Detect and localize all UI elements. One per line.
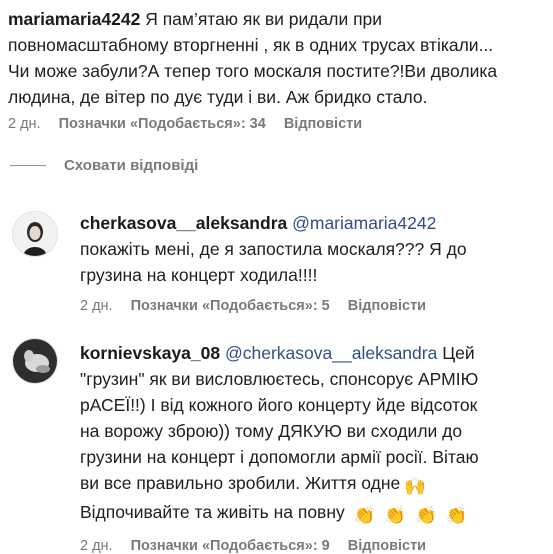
- reply-comment: cherkasova__aleksandra @mariamaria4242 п…: [80, 210, 553, 314]
- reply-text: cherkasova__aleksandra @mariamaria4242 п…: [80, 210, 550, 288]
- comment-username[interactable]: mariamaria4242: [8, 9, 140, 29]
- clap-icon: 👏: [445, 505, 468, 525]
- clap-icon: 👏: [384, 505, 407, 525]
- reply-likes[interactable]: Позначки «Подобається»: 9: [131, 538, 330, 554]
- user-avatar-icon: [13, 212, 57, 256]
- reply-line-1: "грузин" як ви висловлюєтесь, спонсорує …: [80, 369, 479, 389]
- reply-likes[interactable]: Позначки «Подобається»: 5: [131, 298, 330, 314]
- clap-icon: 👏: [353, 505, 376, 525]
- reply-time: 2 дн.: [80, 538, 113, 554]
- reply-username[interactable]: cherkasova__aleksandra: [80, 213, 287, 233]
- reply-line-0-tail: Цей: [442, 343, 475, 363]
- reply-username[interactable]: kornievskaya_08: [80, 343, 220, 363]
- reply-line-2: рАСЕЇ!!) І від кожного його концерту йде…: [80, 395, 478, 415]
- reply-comment: kornievskaya_08 @cherkasova__aleksandra …: [80, 340, 553, 554]
- reply-time: 2 дн.: [80, 298, 113, 314]
- reply-line-2: грузина на концерт ходила!!!!: [80, 265, 318, 285]
- reply-meta: 2 дн. Позначки «Подобається»: 5 Відповіс…: [80, 298, 553, 314]
- reply-meta: 2 дн. Позначки «Подобається»: 9 Відповіс…: [80, 538, 553, 554]
- hide-replies-button[interactable]: Сховати відповіді: [64, 157, 198, 174]
- divider-line: [10, 165, 46, 166]
- comment-line-3: Чи може забули?А тепер того москаля пост…: [8, 61, 498, 81]
- mention-link[interactable]: @mariamaria4242: [292, 213, 436, 233]
- reply-text: kornievskaya_08 @cherkasova__aleksandra …: [80, 340, 550, 528]
- reply-line-6: Відпочивайте та живіть на повну: [80, 502, 345, 522]
- reply-line-3: на ворожу зброю)) тому ДЯКУЮ ви сходили …: [80, 421, 463, 441]
- reply-button[interactable]: Відповісти: [284, 116, 362, 132]
- mention-link[interactable]: @cherkasova__aleksandra: [225, 343, 437, 363]
- avatar[interactable]: [12, 211, 58, 257]
- reply-line-1: покажіть мені, де я запостила москаля???…: [80, 239, 467, 259]
- comment-line-1: Я пам’ятаю як ви ридали при: [145, 9, 383, 29]
- clap-icon: 👏: [414, 505, 437, 525]
- comment-main: mariamaria4242 Я пам’ятаю як ви ридали п…: [8, 6, 553, 132]
- comment-likes[interactable]: Позначки «Подобається»: 34: [59, 116, 266, 132]
- comment-text: mariamaria4242 Я пам’ятаю як ви ридали п…: [8, 6, 548, 110]
- raised-hands-icon: 🙌: [404, 476, 427, 496]
- comment-line-4: людина, де вітер по дує туди і ви. Аж бр…: [8, 87, 428, 107]
- reply-button[interactable]: Відповісти: [348, 538, 426, 554]
- user-avatar-icon: [13, 339, 57, 383]
- reply-line-5: ви все правильно зробили. Життя одне: [80, 473, 401, 493]
- reply-line-4: грузини на концерт і допомогли армії рос…: [80, 447, 479, 467]
- comment-time: 2 дн.: [8, 116, 41, 132]
- reply-button[interactable]: Відповісти: [348, 298, 426, 314]
- avatar[interactable]: [12, 338, 58, 384]
- comment-line-2: повномасштабному вторгненні , як в одних…: [8, 35, 494, 55]
- comment-meta: 2 дн. Позначки «Подобається»: 34 Відпові…: [8, 116, 553, 132]
- hide-replies-row[interactable]: Сховати відповіді: [0, 157, 198, 174]
